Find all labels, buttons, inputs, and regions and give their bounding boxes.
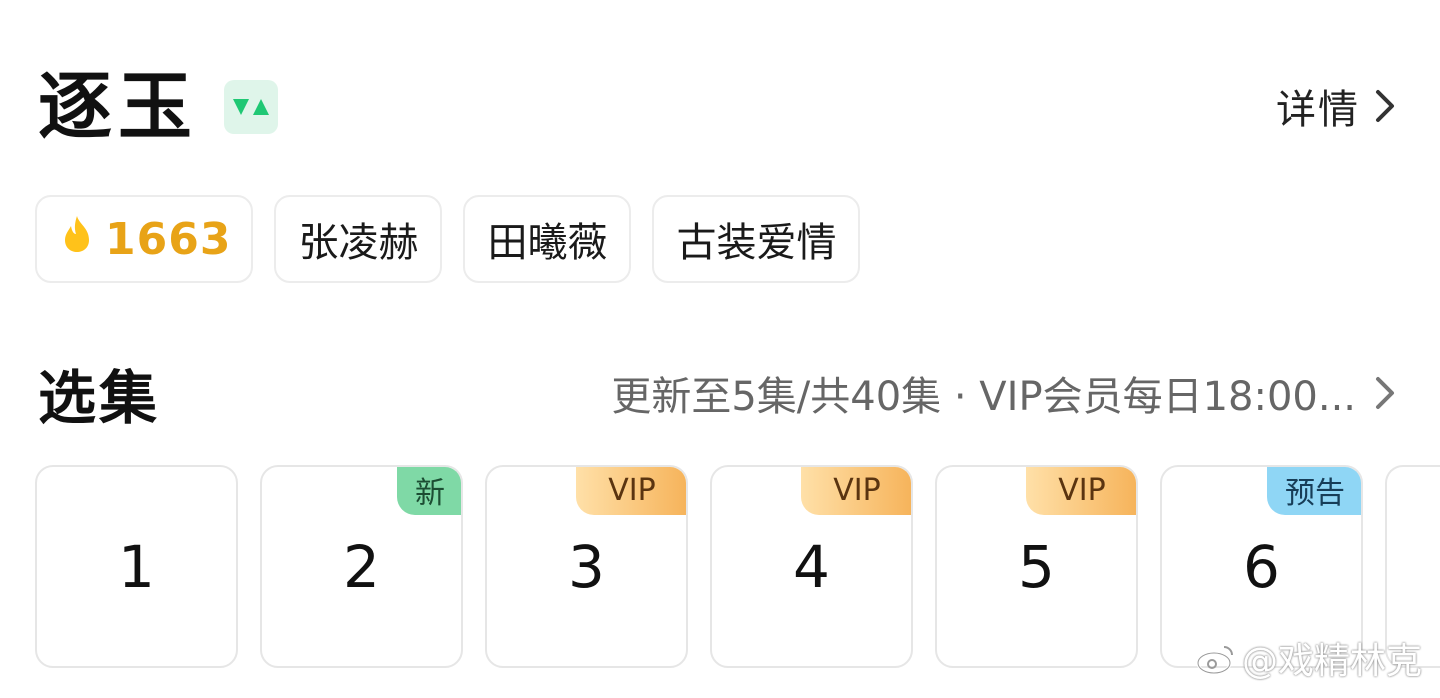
tag-row: 1663 张凌赫 田曦薇 古装爱情 xyxy=(35,195,861,283)
weibo-logo-icon xyxy=(1196,641,1236,675)
episode-number: 1 xyxy=(118,532,155,601)
show-title: 逐玉 xyxy=(38,64,198,150)
tag-genre[interactable]: 古装爱情 xyxy=(652,195,861,283)
vip-badge: VIP xyxy=(1026,467,1136,515)
preview-badge: 预告 xyxy=(1267,467,1361,515)
vip-badge: VIP xyxy=(576,467,686,515)
update-info-text: 更新至5集/共40集 · VIP会员每日18:00... xyxy=(611,374,1356,420)
vip-badge: VIP xyxy=(801,467,911,515)
iqiyi-logo-icon xyxy=(224,80,278,134)
episode-card-4[interactable]: VIP 4 xyxy=(710,465,913,668)
episode-number: 5 xyxy=(1018,532,1055,601)
detail-link[interactable]: 详情 xyxy=(1276,76,1396,136)
weibo-watermark: @戏精林克 xyxy=(1196,632,1422,684)
episode-card-2[interactable]: 新 2 xyxy=(260,465,463,668)
hot-score-tag[interactable]: 1663 xyxy=(35,195,254,283)
title-row: 逐玉 xyxy=(38,62,278,152)
new-badge: 新 xyxy=(397,467,461,515)
episode-number: 3 xyxy=(568,532,605,601)
drama-detail-page: 逐玉 详情 1663 张凌赫 田曦薇 古装爱情 选集 更新至5集/共40集 · … xyxy=(0,0,1440,698)
flame-icon xyxy=(61,214,93,264)
episode-update-info[interactable]: 更新至5集/共40集 · VIP会员每日18:00... xyxy=(611,364,1396,422)
tag-actor-2[interactable]: 田曦薇 xyxy=(463,195,632,283)
chevron-right-icon xyxy=(1374,375,1396,411)
episode-card-3[interactable]: VIP 3 xyxy=(485,465,688,668)
episode-section-title: 选集 xyxy=(38,364,161,432)
episode-card-1[interactable]: 1 xyxy=(35,465,238,668)
detail-label: 详情 xyxy=(1276,87,1360,133)
watermark-text: @戏精林克 xyxy=(1241,641,1422,682)
episode-number: 4 xyxy=(793,532,830,601)
tag-actor-1[interactable]: 张凌赫 xyxy=(274,195,443,283)
episode-number: 6 xyxy=(1243,532,1280,601)
episode-section-header: 选集 更新至5集/共40集 · VIP会员每日18:00... xyxy=(38,358,1396,432)
hot-count: 1663 xyxy=(105,213,232,265)
episode-number: 2 xyxy=(343,532,380,601)
episode-card-5[interactable]: VIP 5 xyxy=(935,465,1138,668)
chevron-right-icon xyxy=(1374,88,1396,124)
